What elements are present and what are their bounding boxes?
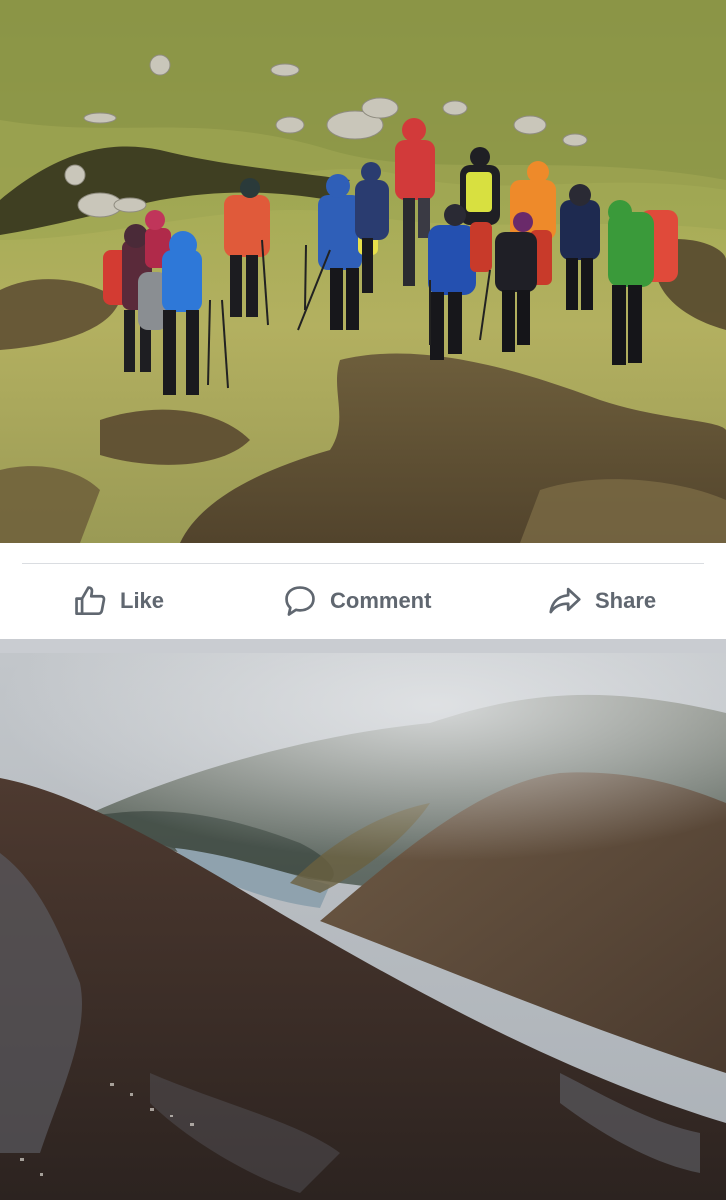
like-label: Like	[120, 588, 165, 613]
post-action-bar: Like Comment Share	[0, 543, 726, 639]
mountains-photo-graphic	[0, 653, 726, 1200]
action-bar-divider	[22, 563, 704, 564]
facebook-feed: Like Comment Share	[0, 0, 726, 1200]
comment-label: Comment	[330, 588, 432, 613]
share-button[interactable]: Share	[545, 579, 656, 623]
post-photo-hikers[interactable]	[0, 0, 726, 543]
comment-button[interactable]: Comment	[280, 579, 431, 623]
hikers-photo-graphic	[0, 0, 726, 543]
feed-separator	[0, 639, 726, 653]
like-button[interactable]: Like	[70, 579, 164, 623]
thumbs-up-icon	[70, 581, 110, 621]
speech-bubble-icon	[280, 581, 320, 621]
share-arrow-icon	[545, 581, 585, 621]
post-photo-mountains[interactable]	[0, 653, 726, 1200]
share-label: Share	[595, 588, 657, 613]
